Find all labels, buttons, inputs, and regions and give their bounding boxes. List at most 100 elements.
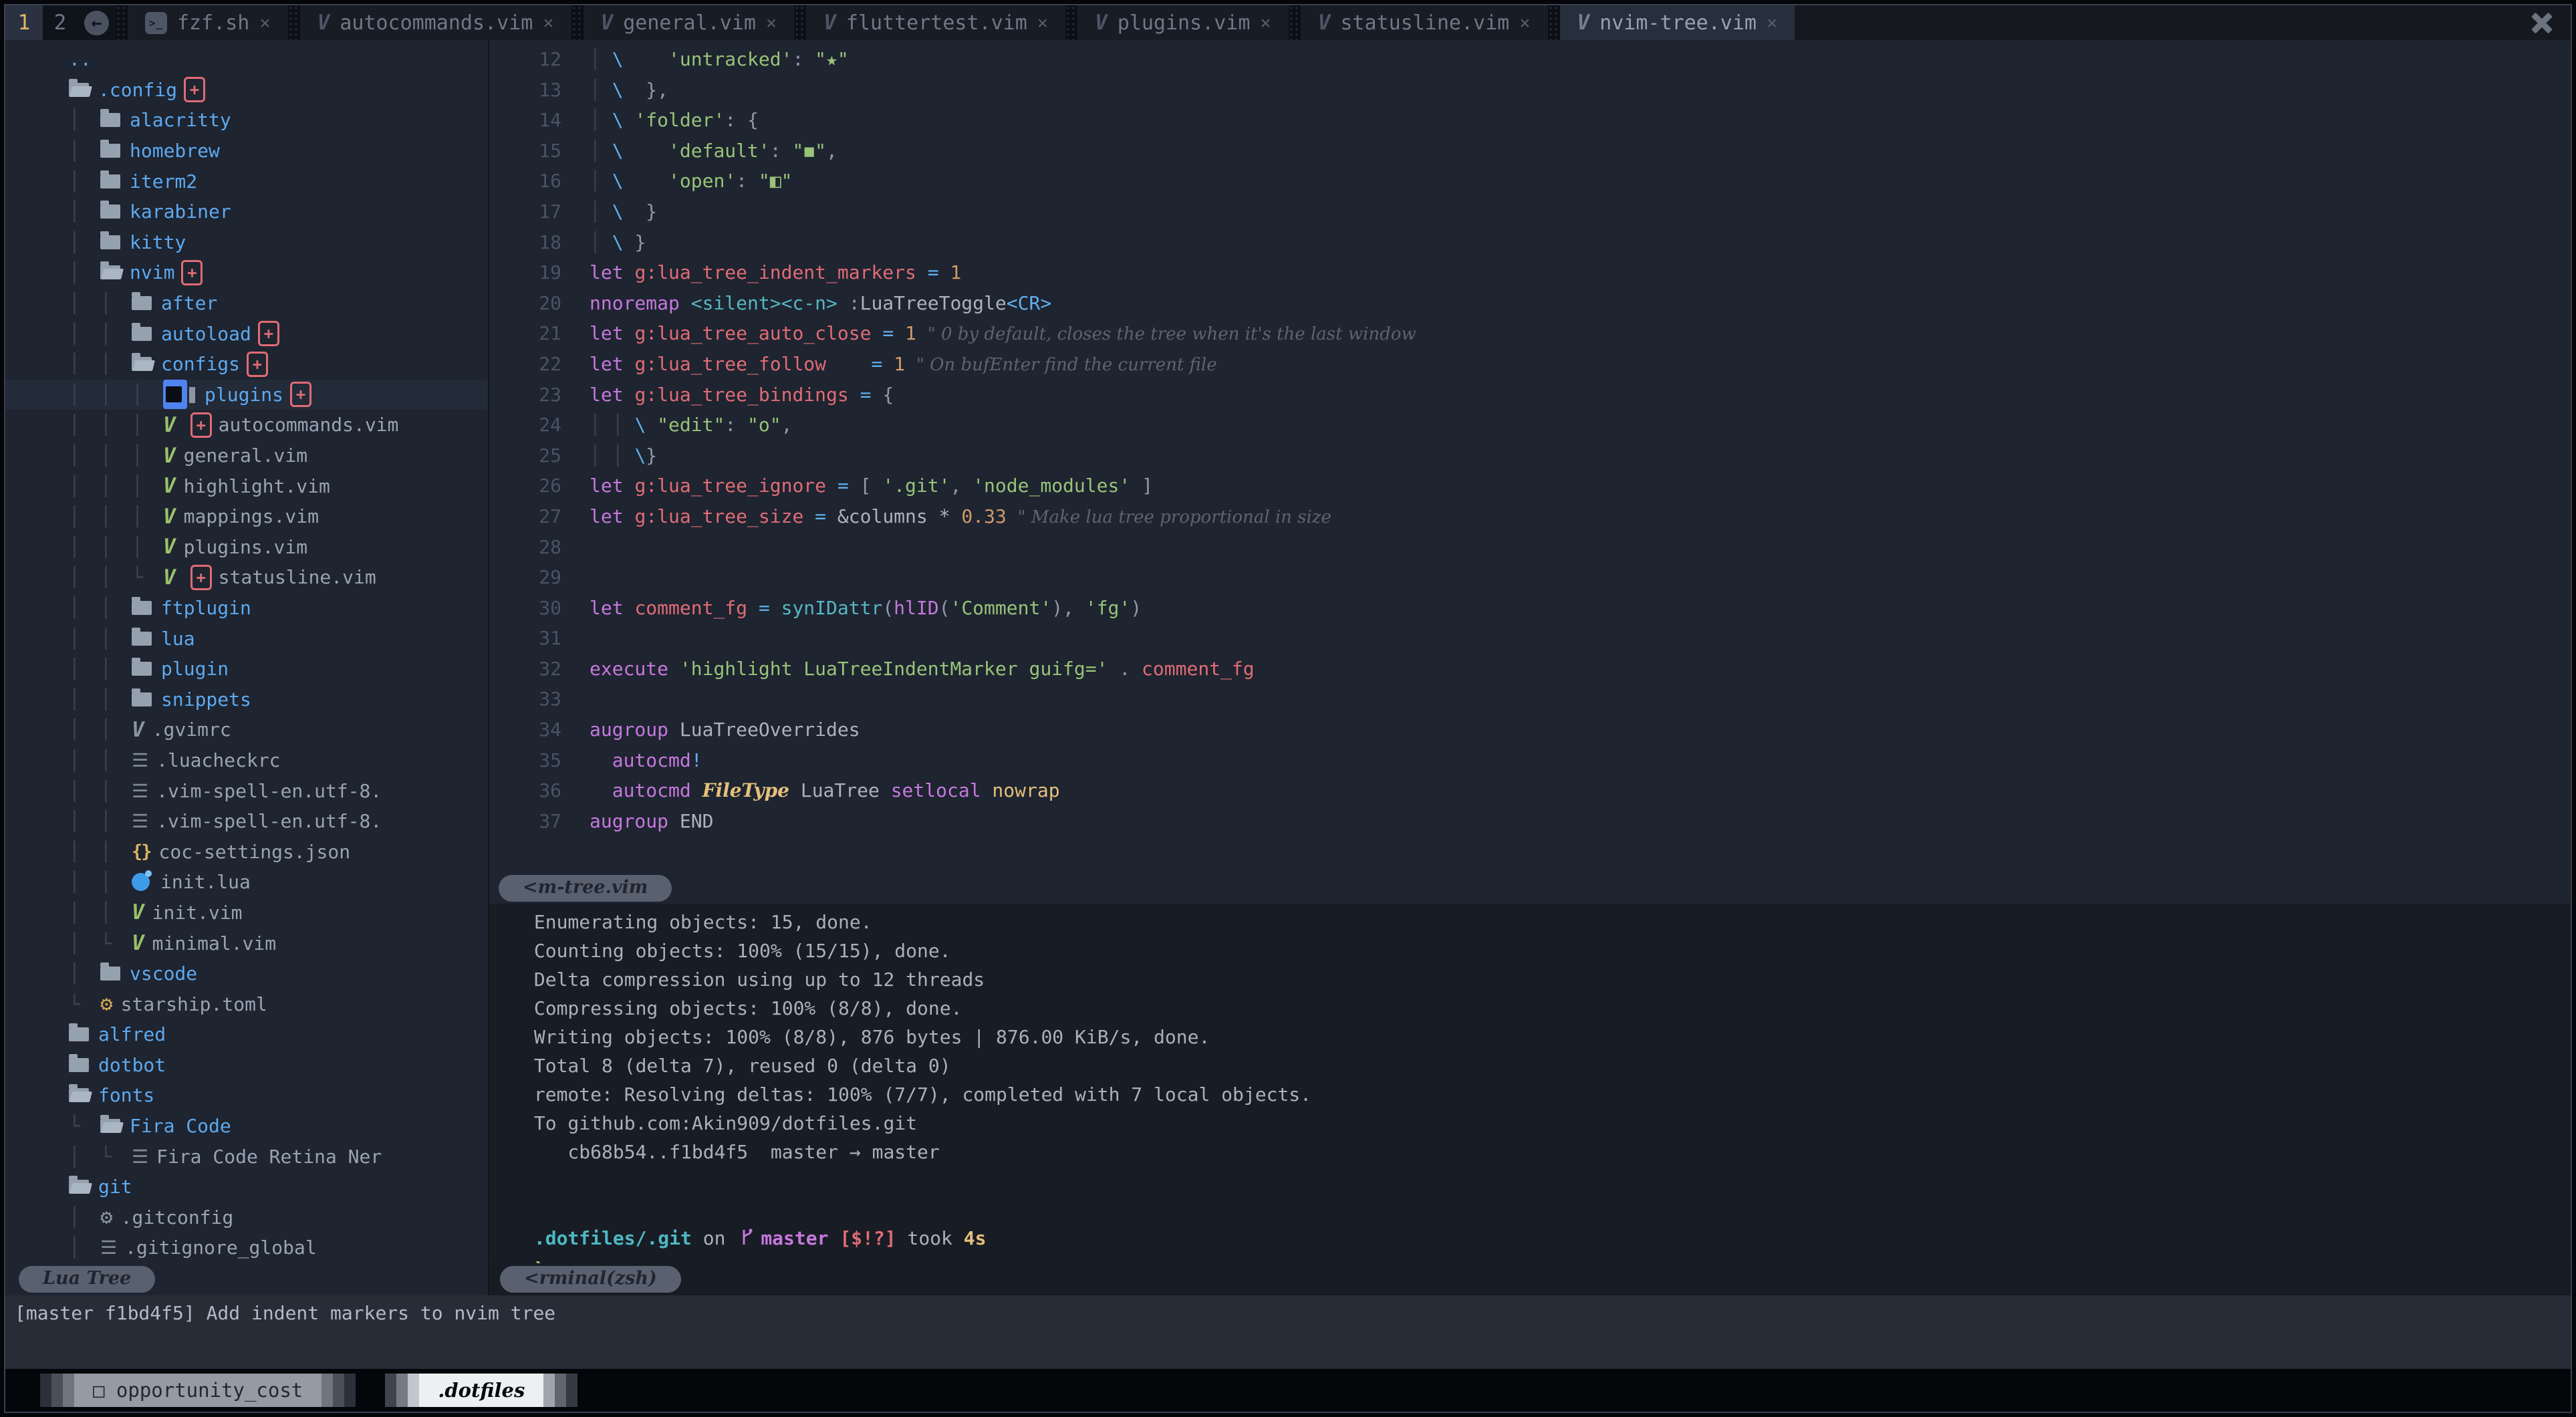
vim-icon: V bbox=[1318, 11, 1331, 35]
tab-autocommands.vim[interactable]: Vautocommands.vim× bbox=[300, 5, 571, 40]
tab-close-icon[interactable]: × bbox=[766, 13, 777, 33]
folder-icon bbox=[132, 692, 152, 706]
tree-item[interactable]: ││autoload+ bbox=[5, 318, 488, 349]
file-tree-sidebar[interactable]: ...config+│alacritty│homebrew│iterm2│kar… bbox=[5, 40, 489, 1263]
tab-fluttertest.vim[interactable]: Vfluttertest.vim× bbox=[806, 5, 1065, 40]
editor-line: 20nnoremap <silent><c-n> :LuaTreeToggle<… bbox=[489, 288, 2571, 319]
tree-item[interactable]: │││V+autocommands.vim bbox=[5, 410, 488, 440]
tree-item[interactable]: ││after bbox=[5, 288, 488, 319]
tree-item[interactable]: │││Vgeneral.vim bbox=[5, 440, 488, 471]
tree-item-label: general.vim bbox=[184, 444, 307, 467]
tree-item[interactable]: │└Vminimal.vim bbox=[5, 928, 488, 958]
tree-item-label: highlight.vim bbox=[184, 475, 330, 497]
tree-item[interactable]: │homebrew bbox=[5, 136, 488, 166]
tmux-window-1[interactable]: 1 bbox=[5, 5, 43, 40]
tab-close-icon[interactable]: × bbox=[1519, 13, 1530, 33]
tree-item[interactable]: ││Vinit.vim bbox=[5, 898, 488, 928]
tab-close-icon[interactable]: × bbox=[259, 13, 270, 33]
tab-statusline.vim[interactable]: Vstatusline.vim× bbox=[1301, 5, 1548, 40]
editor-line: 32execute 'highlight LuaTreeIndentMarker… bbox=[489, 654, 2571, 684]
tree-item-label: mappings.vim bbox=[184, 505, 319, 527]
terminal-line: cb68b54..f1bd4f5 master → master bbox=[523, 1138, 2571, 1166]
tree-item[interactable]: ││ftplugin bbox=[5, 593, 488, 624]
json-file-icon: {} bbox=[132, 842, 151, 862]
code-editor[interactable]: 12│ \ 'untracked': "★"13│ \ },14│ \ 'fol… bbox=[489, 40, 2571, 873]
tree-item[interactable]: │⚙.gitconfig bbox=[5, 1202, 488, 1233]
tab-close-icon[interactable]: × bbox=[1037, 13, 1048, 33]
line-number: 13 bbox=[489, 75, 590, 106]
tree-item[interactable]: │││plugins+ bbox=[5, 380, 488, 410]
tree-item[interactable]: │└☰Fira Code Retina Ner bbox=[5, 1141, 488, 1172]
tree-item-label: statusline.vim bbox=[219, 566, 376, 588]
tab-close-icon[interactable]: × bbox=[543, 13, 553, 33]
tree-item-label: .config bbox=[98, 79, 177, 101]
tree-item[interactable]: │☰.gitignore_global bbox=[5, 1233, 488, 1263]
tab-general.vim[interactable]: Vgeneral.vim× bbox=[584, 5, 795, 40]
tree-item[interactable]: .. bbox=[5, 44, 488, 75]
tmux-window-2[interactable]: 2 bbox=[43, 5, 78, 40]
tab-label: plugins.vim bbox=[1118, 11, 1251, 35]
tree-item-label: .luacheckrc bbox=[156, 749, 280, 771]
terminal-line: Enumerating objects: 15, done. bbox=[523, 908, 2571, 936]
tree-item-label: alacritty bbox=[130, 109, 231, 131]
terminal-pane[interactable]: Enumerating objects: 15, done. Counting … bbox=[489, 904, 2571, 1263]
tree-item[interactable]: ││lua bbox=[5, 623, 488, 654]
text-file-icon: ☰ bbox=[132, 1146, 148, 1168]
tree-item[interactable]: ││☰.vim-spell-en.utf-8. bbox=[5, 806, 488, 837]
line-number: 28 bbox=[489, 532, 590, 563]
tree-item[interactable]: │alacritty bbox=[5, 105, 488, 136]
tree-item[interactable]: .config+ bbox=[5, 75, 488, 106]
vim-icon: V bbox=[1095, 11, 1108, 35]
tree-item[interactable]: ││☰.vim-spell-en.utf-8. bbox=[5, 775, 488, 806]
tab-plugins.vim[interactable]: Vplugins.vim × bbox=[1077, 5, 1289, 40]
tree-item[interactable]: ││└V+statusline.vim bbox=[5, 562, 488, 593]
editor-line: 26let g:lua_tree_ignore = [ '.git', 'nod… bbox=[489, 471, 2571, 501]
tree-item[interactable]: │karabiner bbox=[5, 197, 488, 227]
tree-item[interactable]: │iterm2 bbox=[5, 166, 488, 197]
terminal-line: Total 8 (delta 7), reused 0 (delta 0) bbox=[523, 1051, 2571, 1080]
tab-fzf.sh[interactable]: >_fzf.sh× bbox=[128, 5, 288, 40]
tree-item[interactable]: ││☰.luacheckrc bbox=[5, 745, 488, 776]
editor-filename-pill: <m-tree.vim bbox=[499, 875, 672, 902]
tree-item[interactable]: ││snippets bbox=[5, 684, 488, 715]
tmux-window-opportunity_cost[interactable]: □ opportunity_cost bbox=[40, 1374, 356, 1407]
tab-close-icon[interactable]: × bbox=[1767, 13, 1777, 33]
folder-open-icon bbox=[100, 265, 120, 279]
tree-item[interactable]: │nvim+ bbox=[5, 257, 488, 288]
tree-item-label: dotbot bbox=[98, 1054, 166, 1076]
tree-item[interactable]: │││Vhighlight.vim bbox=[5, 471, 488, 501]
tree-item[interactable]: │vscode bbox=[5, 958, 488, 989]
tree-item[interactable]: │kitty bbox=[5, 227, 488, 258]
tree-item[interactable]: alfred bbox=[5, 1019, 488, 1050]
tree-item-label: autocommands.vim bbox=[219, 414, 399, 436]
tree-item[interactable]: │││Vmappings.vim bbox=[5, 501, 488, 532]
tree-item[interactable]: ││init.lua bbox=[5, 867, 488, 898]
git-dirty-icon: + bbox=[190, 412, 212, 438]
tree-item[interactable]: └⚙starship.toml bbox=[5, 989, 488, 1019]
git-dirty-icon: + bbox=[247, 352, 268, 377]
tree-item[interactable]: ││plugin bbox=[5, 654, 488, 684]
tree-item[interactable]: │││Vplugins.vim bbox=[5, 532, 488, 563]
tmux-window-label: .dotfiles bbox=[419, 1374, 543, 1407]
tree-item[interactable]: └Fira Code bbox=[5, 1111, 488, 1142]
right-column: 12│ \ 'untracked': "★"13│ \ },14│ \ 'fol… bbox=[489, 40, 2571, 1263]
tree-item[interactable]: ││V.gvimrc bbox=[5, 715, 488, 745]
main-area: ...config+│alacritty│homebrew│iterm2│kar… bbox=[5, 40, 2571, 1263]
folder-icon bbox=[100, 205, 120, 219]
editor-line: 22let g:lua_tree_follow = 1 " On bufEnte… bbox=[489, 349, 2571, 380]
tree-item[interactable]: git bbox=[5, 1172, 488, 1202]
tree-item[interactable]: dotbot bbox=[5, 1050, 488, 1081]
tab-nvim-tree.vim[interactable]: Vnvim-tree.vim× bbox=[1560, 5, 1795, 40]
tree-item-label: kitty bbox=[130, 231, 186, 253]
tab-close-icon[interactable]: × bbox=[1260, 13, 1271, 33]
tree-item[interactable]: fonts bbox=[5, 1080, 488, 1111]
tab-strip: >_fzf.sh× Vautocommands.vim× Vgeneral.vim×… bbox=[116, 5, 1795, 40]
tmux-window-dotfiles[interactable]: .dotfiles bbox=[385, 1374, 577, 1407]
tabline: 1 2 ← >_fzf.sh× Vautocommands.vim× Vgenera… bbox=[5, 5, 2571, 40]
back-arrow-icon[interactable]: ← bbox=[84, 11, 109, 35]
close-icon[interactable] bbox=[2531, 11, 2553, 34]
tree-item[interactable]: ││configs+ bbox=[5, 349, 488, 380]
terminal-window: 1 2 ← >_fzf.sh×Vautocommands.vim×Vgenera… bbox=[4, 4, 2572, 1413]
editor-line: 31 bbox=[489, 623, 2571, 654]
tree-item[interactable]: ││{}coc-settings.json bbox=[5, 836, 488, 867]
